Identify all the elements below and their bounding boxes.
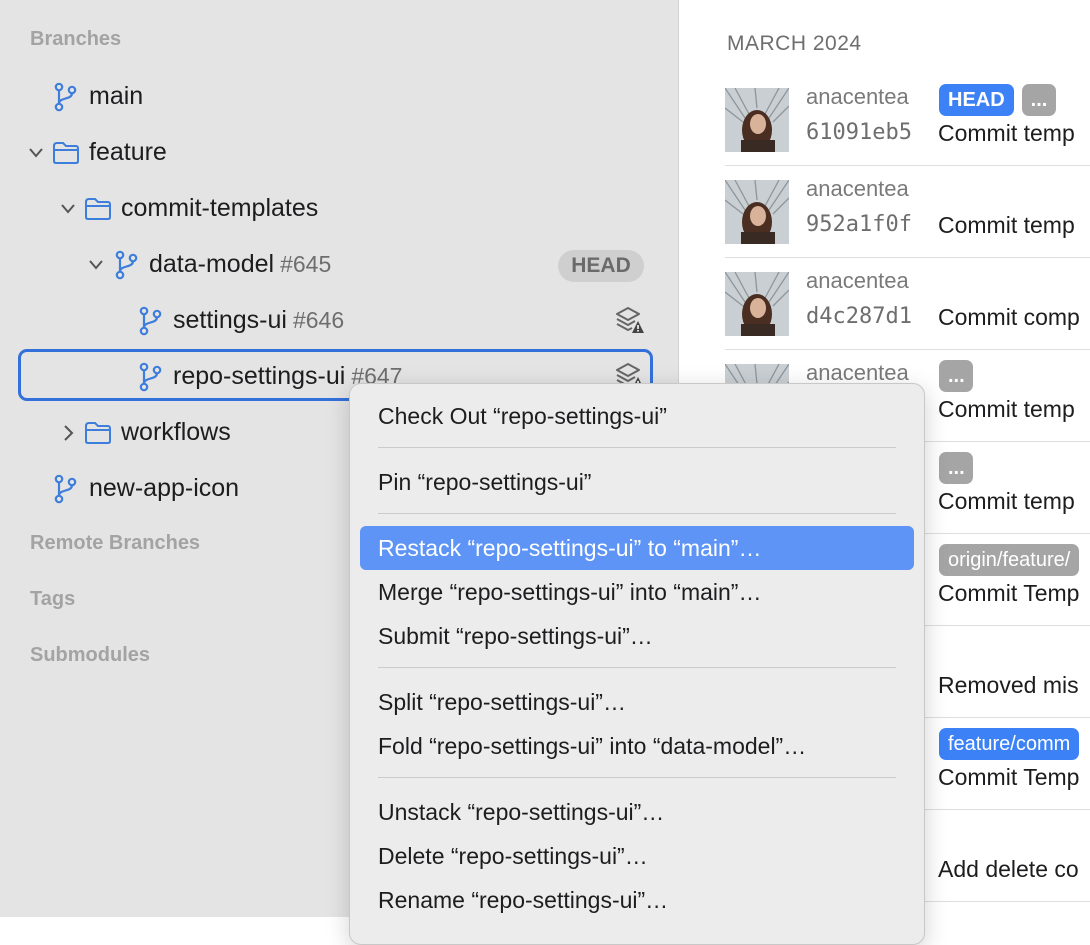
commit-message: Add delete co xyxy=(938,856,1079,882)
menu-item-split[interactable]: Split “repo-settings-ui”… xyxy=(360,680,914,724)
menu-separator xyxy=(378,513,896,514)
commit-row[interactable]: anacentea HEAD ... 61091eb5 Commit temp xyxy=(725,74,1090,166)
pr-number: #646 xyxy=(292,307,345,333)
context-menu: Check Out “repo-settings-ui” Pin “repo-s… xyxy=(349,383,925,945)
more-tags-button[interactable]: ... xyxy=(939,452,973,484)
menu-item-rename[interactable]: Rename “repo-settings-ui”… xyxy=(360,878,914,922)
branch-label: new-app-icon xyxy=(89,474,240,502)
branch-icon xyxy=(53,82,79,112)
commit-message: Commit Temp xyxy=(938,764,1080,790)
more-tags-button[interactable]: ... xyxy=(1021,84,1056,116)
month-header: MARCH 2024 xyxy=(727,32,862,55)
commit-tags: origin/feature/ xyxy=(939,544,1080,576)
commit-message: Commit temp xyxy=(938,120,1075,146)
pr-number: #645 xyxy=(280,251,332,277)
sidebar-item-settings-ui[interactable]: settings-ui #646 xyxy=(0,293,678,349)
commit-hash: 952a1f0f xyxy=(806,212,912,237)
folder-label: commit-templates xyxy=(121,194,319,222)
folder-label: workflows xyxy=(121,418,231,446)
commit-message: Commit Temp xyxy=(938,580,1080,606)
commit-tags: ... xyxy=(939,360,973,392)
menu-item-check-out[interactable]: Check Out “repo-settings-ui” xyxy=(360,394,914,438)
menu-separator xyxy=(378,447,896,448)
menu-item-unstack[interactable]: Unstack “repo-settings-ui”… xyxy=(360,790,914,834)
chevron-down-icon[interactable] xyxy=(29,142,43,164)
menu-separator xyxy=(378,667,896,668)
sidebar-item-main[interactable]: main xyxy=(0,69,678,125)
commit-author: anacentea xyxy=(806,268,909,293)
commit-row[interactable]: anacentea d4c287d1 Commit comp xyxy=(725,258,1090,350)
chevron-down-icon[interactable] xyxy=(89,254,103,276)
commit-row[interactable]: anacentea 952a1f0f Commit temp xyxy=(725,166,1090,258)
folder-icon xyxy=(52,141,80,165)
stack-warning-icon xyxy=(613,305,645,335)
commit-message: Commit temp xyxy=(938,488,1075,514)
menu-separator xyxy=(378,777,896,778)
commit-message: Commit comp xyxy=(938,304,1080,330)
commit-tags: feature/comm xyxy=(939,728,1080,760)
branch-icon xyxy=(53,474,79,504)
section-submodules[interactable]: Submodules xyxy=(30,644,150,667)
commit-hash: d4c287d1 xyxy=(806,304,912,329)
menu-item-restack[interactable]: Restack “repo-settings-ui” to “main”… xyxy=(360,526,914,570)
folder-icon xyxy=(84,421,112,445)
branch-label: data-model #645 xyxy=(149,250,332,278)
folder-icon xyxy=(84,197,112,221)
menu-item-submit[interactable]: Submit “repo-settings-ui”… xyxy=(360,614,914,658)
commit-hash: 61091eb5 xyxy=(806,120,912,145)
commit-message: Commit temp xyxy=(938,396,1075,422)
head-tag: HEAD xyxy=(939,84,1014,116)
branch-icon xyxy=(138,362,164,392)
commit-author: anacentea xyxy=(806,176,909,201)
commit-tags: ... xyxy=(939,452,973,484)
avatar xyxy=(725,88,789,152)
commit-author: anacentea xyxy=(806,84,909,109)
sidebar-item-feature[interactable]: feature xyxy=(0,125,678,181)
chevron-right-icon[interactable] xyxy=(61,422,75,444)
avatar xyxy=(725,180,789,244)
branch-tag: feature/comm xyxy=(939,728,1080,760)
commit-message: Commit temp xyxy=(938,212,1075,238)
branch-label: settings-ui #646 xyxy=(173,306,345,334)
commit-tags: HEAD ... xyxy=(939,84,1056,116)
more-tags-button[interactable]: ... xyxy=(939,360,973,392)
sidebar-item-data-model[interactable]: data-model #645 HEAD xyxy=(0,237,678,293)
branch-icon xyxy=(138,306,164,336)
menu-item-pin[interactable]: Pin “repo-settings-ui” xyxy=(360,460,914,504)
menu-item-delete[interactable]: Delete “repo-settings-ui”… xyxy=(360,834,914,878)
section-branches[interactable]: Branches xyxy=(30,28,121,51)
branch-tag: origin/feature/ xyxy=(939,544,1080,576)
sidebar-item-commit-templates[interactable]: commit-templates xyxy=(0,181,678,237)
branch-icon xyxy=(114,250,140,280)
section-remote-branches[interactable]: Remote Branches xyxy=(30,532,200,555)
branch-label: main xyxy=(89,82,144,110)
menu-item-merge[interactable]: Merge “repo-settings-ui” into “main”… xyxy=(360,570,914,614)
chevron-down-icon[interactable] xyxy=(61,198,75,220)
section-tags[interactable]: Tags xyxy=(30,588,75,611)
folder-label: feature xyxy=(89,138,167,166)
head-badge: HEAD xyxy=(558,250,644,282)
commit-message: Removed mis xyxy=(938,672,1079,698)
menu-item-fold[interactable]: Fold “repo-settings-ui” into “data-model… xyxy=(360,724,914,768)
avatar xyxy=(725,272,789,336)
